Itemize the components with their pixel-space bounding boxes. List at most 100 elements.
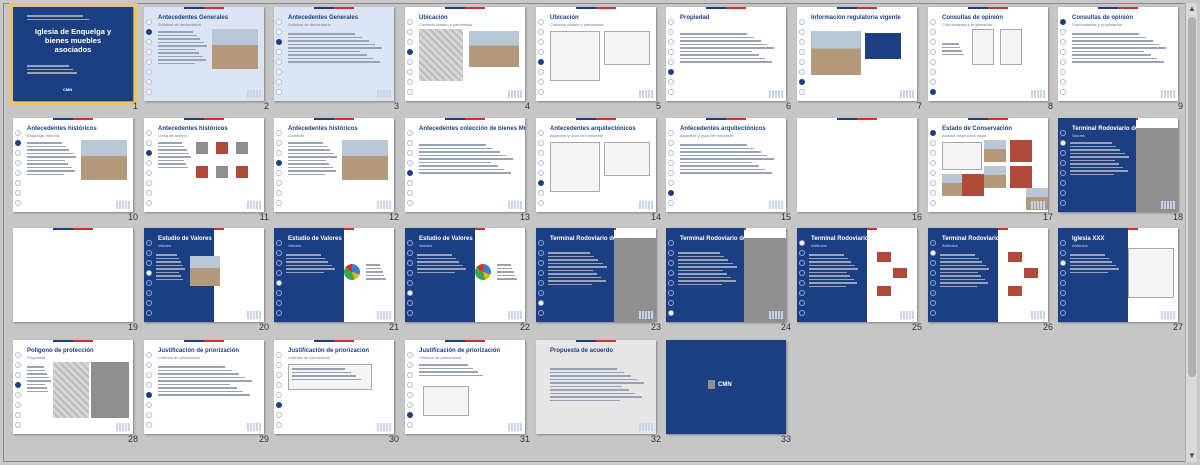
slide-preview[interactable]: Polígono de protección Propuesta bbox=[13, 340, 133, 434]
slide-preview[interactable]: Iglesia XXX Atributos bbox=[1058, 228, 1178, 322]
slide-thumbnail-12[interactable]: Antecedentes históricos Contexto 12 bbox=[274, 116, 405, 226]
nav-dot bbox=[276, 270, 282, 276]
slide-thumbnail-17[interactable]: Estado de Conservación Análisis inspecció… bbox=[928, 116, 1059, 226]
slide-title: Polígono de protección bbox=[27, 348, 94, 354]
slide-thumbnail-11[interactable]: Antecedentes históricos Línea de tiempo 11 bbox=[144, 116, 275, 226]
slide-thumbnail-27[interactable]: Iglesia XXX Atributos 27 bbox=[1058, 226, 1189, 336]
slide-thumbnail-8[interactable]: Consultas de opinión Comunidades y propie… bbox=[928, 5, 1059, 115]
text-lines bbox=[27, 142, 77, 177]
slide-preview[interactable]: Terminal Rodoviario de Atributos bbox=[928, 228, 1048, 322]
slide-nav-sidebar bbox=[274, 340, 284, 434]
slide-preview[interactable]: Antecedentes Generales Solicitud de decla… bbox=[144, 7, 264, 101]
slide-thumbnail-5[interactable]: Ubicación Contexto urbano y patrimonial 5 bbox=[536, 5, 667, 115]
slide-thumbnail-15[interactable]: Antecedentes arquitectónicos Aspectos y u… bbox=[666, 116, 797, 226]
slide-thumbnail-3[interactable]: Antecedentes Generales Solicitud de decla… bbox=[274, 5, 405, 115]
slide-thumbnail-7[interactable]: Información regulatoria vigente 7 bbox=[797, 5, 928, 115]
nav-dot bbox=[1060, 49, 1066, 55]
slide-preview[interactable]: Estudio de Valores Valores bbox=[405, 228, 525, 322]
slide-nav-sidebar bbox=[144, 340, 154, 434]
slide-thumbnail-14[interactable]: Antecedentes arquitectónicos Aspectos y u… bbox=[536, 116, 667, 226]
slide-preview[interactable]: Estado de Conservación Análisis inspecció… bbox=[928, 118, 1048, 212]
slide-preview[interactable]: Propiedad bbox=[666, 7, 786, 101]
slide-thumbnail-31[interactable]: Justificación de priorización Criterios d… bbox=[405, 338, 536, 448]
corner-grid-pattern bbox=[769, 201, 783, 209]
slide-preview[interactable]: Justificación de priorización Criterios d… bbox=[274, 340, 394, 434]
slide-preview[interactable]: CMN bbox=[666, 340, 786, 434]
slide-preview[interactable]: Antecedentes históricos Línea de tiempo bbox=[144, 118, 264, 212]
slide-nav-sidebar bbox=[274, 7, 284, 101]
text-lines bbox=[548, 252, 608, 287]
slide-thumbnail-1[interactable]: Iglesia de Enquelga y bienes muebles aso… bbox=[9, 3, 144, 115]
slide-preview[interactable]: Antecedentes arquitectónicos Aspectos y u… bbox=[536, 118, 656, 212]
slide-preview[interactable] bbox=[13, 228, 133, 322]
slide-preview[interactable]: Información regulatoria vigente bbox=[797, 7, 917, 101]
slide-thumbnail-26[interactable]: Terminal Rodoviario de Atributos 26 bbox=[928, 226, 1059, 336]
slide-number: 33 bbox=[780, 434, 791, 444]
slide-thumbnail-2[interactable]: Antecedentes Generales Solicitud de decla… bbox=[144, 5, 275, 115]
slide-preview[interactable]: Consultas de opinión Comunidades y propie… bbox=[928, 7, 1048, 101]
slide-thumbnail-20[interactable]: Estudio de Valores Valores 20 bbox=[144, 226, 275, 336]
scroll-up-arrow-icon[interactable]: ▲ bbox=[1186, 3, 1198, 15]
slide-thumbnail-4[interactable]: Ubicación Contexto urbano y patrimonial 4 bbox=[405, 5, 536, 115]
scroll-down-arrow-icon[interactable]: ▼ bbox=[1186, 450, 1198, 462]
slide-thumbnail-10[interactable]: Antecedentes históricos Enquelga, histori… bbox=[13, 116, 144, 226]
nav-dot bbox=[1060, 19, 1066, 25]
slide-thumbnail-22[interactable]: Estudio de Valores Valores 22 bbox=[405, 226, 536, 336]
slide-preview[interactable]: Terminal Rodoviario de Valores bbox=[1058, 118, 1178, 212]
slide-thumbnail-21[interactable]: Estudio de Valores Valores 21 bbox=[274, 226, 405, 336]
slide-thumbnail-33[interactable]: CMN 33 bbox=[666, 338, 797, 448]
photo bbox=[984, 140, 1006, 162]
slide-thumbnail-6[interactable]: Propiedad 6 bbox=[666, 5, 797, 115]
slide-preview[interactable]: Estudio de Valores Valores bbox=[274, 228, 394, 322]
nav-dot bbox=[407, 69, 413, 75]
slide-thumbnail-9[interactable]: Consultas de opinión Comunidades y propie… bbox=[1058, 5, 1189, 115]
slide-preview[interactable]: Antecedentes colección de bienes Muebles bbox=[405, 118, 525, 212]
slide-number: 15 bbox=[780, 212, 791, 222]
slide-preview[interactable]: Iglesia de Enquelga y bienes muebles aso… bbox=[9, 3, 137, 105]
slide-preview[interactable]: Justificación de priorización Criterios d… bbox=[144, 340, 264, 434]
slide-preview[interactable]: Terminal Rodoviario de Arica bbox=[536, 228, 656, 322]
slide-preview[interactable]: Antecedentes arquitectónicos Aspectos y u… bbox=[666, 118, 786, 212]
slide-thumbnail-30[interactable]: Justificación de priorización Criterios d… bbox=[274, 338, 405, 448]
slide-title: Justificación de priorización bbox=[419, 348, 501, 354]
slide-thumbnail-19[interactable]: 19 bbox=[13, 226, 144, 336]
nav-dot bbox=[146, 250, 152, 256]
slide-thumbnail-29[interactable]: Justificación de priorización Criterios d… bbox=[144, 338, 275, 448]
accent-bar bbox=[445, 118, 485, 120]
slide-title: Propuesta de acuerdo bbox=[550, 348, 614, 354]
slide-nav-sidebar bbox=[536, 7, 546, 101]
slide-thumbnail-28[interactable]: Polígono de protección Propuesta 28 bbox=[13, 338, 144, 448]
slide-preview[interactable]: Estudio de Valores Valores bbox=[144, 228, 264, 322]
nav-dot bbox=[146, 180, 152, 186]
slide-preview[interactable]: Justificación de priorización Criterios d… bbox=[405, 340, 525, 434]
slide-preview[interactable]: Terminal Rodoviario de bbox=[666, 228, 786, 322]
slide-thumbnail-23[interactable]: Terminal Rodoviario de Arica 23 bbox=[536, 226, 667, 336]
slide-nav-sidebar bbox=[928, 118, 938, 212]
photo bbox=[1010, 140, 1032, 162]
slide-preview[interactable]: Antecedentes históricos Enquelga, histori… bbox=[13, 118, 133, 212]
nav-dot bbox=[668, 59, 674, 65]
slide-nav-sidebar bbox=[274, 118, 284, 212]
slide-thumbnail-13[interactable]: Antecedentes colección de bienes Muebles… bbox=[405, 116, 536, 226]
slide-number: 4 bbox=[524, 101, 530, 111]
slide-nav-sidebar bbox=[274, 228, 284, 322]
slide-preview[interactable]: Terminal Rodoviario de Atributos bbox=[797, 228, 917, 322]
slide-thumbnail-18[interactable]: Terminal Rodoviario de Valores 18 bbox=[1058, 116, 1189, 226]
vertical-scrollbar[interactable]: ▲ ▼ bbox=[1185, 3, 1197, 462]
slide-thumbnail-16[interactable]: 16 bbox=[797, 116, 928, 226]
slide-preview[interactable] bbox=[797, 118, 917, 212]
slide-preview[interactable]: Ubicación Contexto urbano y patrimonial bbox=[536, 7, 656, 101]
nav-dot bbox=[276, 250, 282, 256]
slide-number: 18 bbox=[1172, 212, 1183, 222]
nav-dot bbox=[1060, 170, 1066, 176]
slide-thumbnail-32[interactable]: Propuesta de acuerdo 32 bbox=[536, 338, 667, 448]
slide-preview[interactable]: Propuesta de acuerdo bbox=[536, 340, 656, 434]
slide-preview[interactable]: Ubicación Contexto urbano y patrimonial bbox=[405, 7, 525, 101]
slide-preview[interactable]: Antecedentes Generales Solicitud de decla… bbox=[274, 7, 394, 101]
slide-preview[interactable]: Antecedentes históricos Contexto bbox=[274, 118, 394, 212]
slide-thumbnail-24[interactable]: Terminal Rodoviario de 24 bbox=[666, 226, 797, 336]
slide-preview[interactable]: Consultas de opinión Comunidades y propie… bbox=[1058, 7, 1178, 101]
slide-thumbnail-25[interactable]: Terminal Rodoviario de Atributos 25 bbox=[797, 226, 928, 336]
plan bbox=[942, 142, 982, 170]
scrollbar-thumb[interactable] bbox=[1188, 17, 1196, 377]
